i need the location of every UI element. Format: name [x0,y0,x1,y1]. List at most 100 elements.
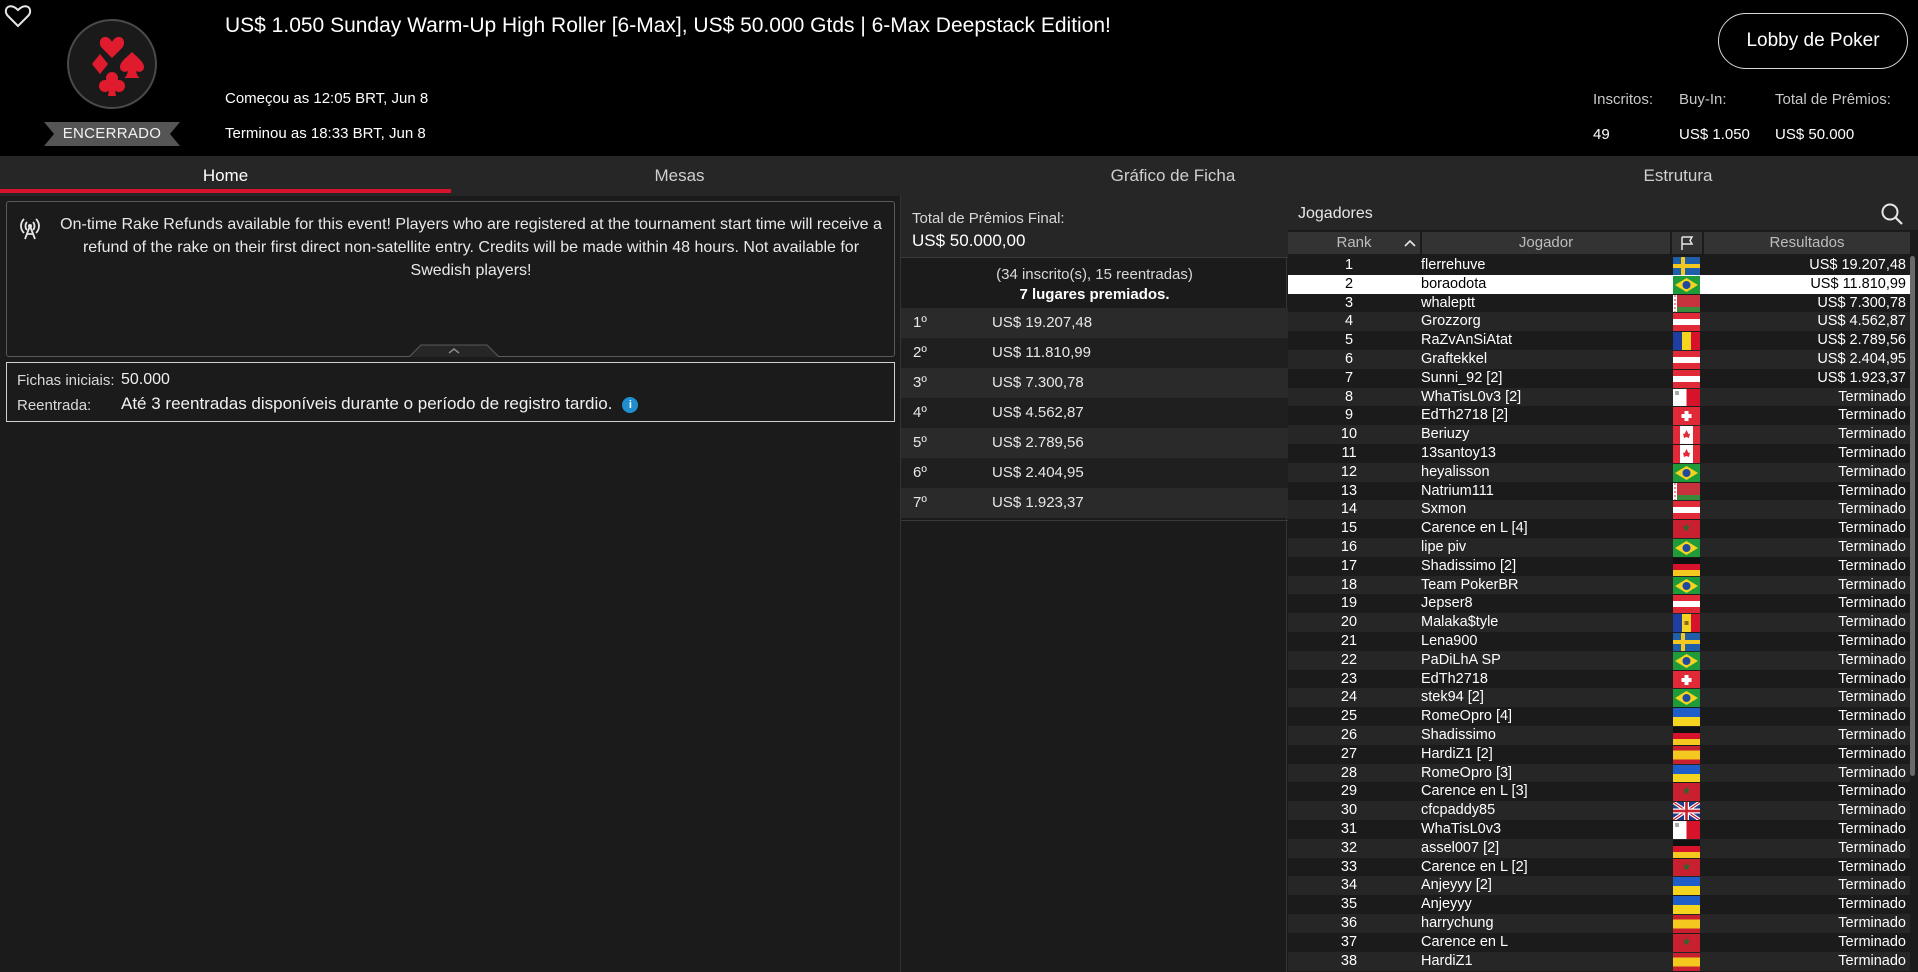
player-row[interactable]: 25 RomeOpro [4] Terminado [1288,707,1910,727]
players-title: Jogadores [1298,205,1373,222]
player-row[interactable]: 10 Beriuzy Terminado [1288,425,1910,445]
player-row[interactable]: 5 RaZvAnSiAtat US$ 2.789,56 [1288,331,1910,351]
country-flag-icon [1673,651,1700,670]
player-row[interactable]: 30 cfcpaddy85 Terminado [1288,801,1910,821]
player-result: Terminado [1838,539,1906,555]
player-row[interactable]: 2 boraodota US$ 11.810,99 [1288,274,1910,294]
players-scrollbar[interactable] [1910,256,1915,776]
player-row[interactable]: 12 heyalisson Terminado [1288,462,1910,482]
player-row[interactable]: 21 Lena900 Terminado [1288,632,1910,651]
notice-text: On-time Rake Refunds available for this … [60,216,882,279]
player-row[interactable]: 24 stek94 [2] Terminado [1288,688,1910,708]
player-result: Terminado [1838,933,1906,950]
tournament-header: ENCERRADO US$ 1.050 Sunday Warm-Up High … [0,0,1918,156]
player-row[interactable]: 17 Shadissimo [2] Terminado [1288,556,1910,576]
player-row[interactable]: 1 flerrehuve US$ 19.207,48 [1288,256,1910,275]
player-row[interactable]: 34 Anjeyyy [2] Terminado [1288,876,1910,896]
player-row[interactable]: 26 Shadissimo Terminado [1288,726,1910,745]
player-rank: 24 [1340,689,1358,706]
player-row[interactable]: 8 WhaTisL0v3 [2] Terminado [1288,387,1910,407]
player-row[interactable]: 6 Graftekkel US$ 2.404,95 [1288,350,1910,369]
rank-column-header[interactable]: Rank [1288,232,1420,254]
player-row[interactable]: 32 assel007 [2] Terminado [1288,838,1910,858]
tab-grafico-de-ficha[interactable]: Gráfico de Ficha [908,156,1438,196]
prize-amount: US$ 2.789,56 [992,434,1084,451]
player-name: harrychung [1421,915,1494,931]
prize-place: 4º [913,404,927,421]
search-icon[interactable] [1880,202,1904,226]
player-row[interactable]: 15 Carence en L [4] Terminado [1288,519,1910,539]
player-name: HardiZ1 [2] [1421,745,1493,762]
player-column-header[interactable]: Jogador [1422,232,1670,254]
player-row[interactable]: 4 Grozzorg US$ 4.562,87 [1288,312,1910,332]
tab-mesas[interactable]: Mesas [451,156,908,196]
player-row[interactable]: 9 EdTh2718 [2] Terminado [1288,406,1910,426]
player-row[interactable]: 19 Jepser8 Terminado [1288,594,1910,614]
player-row[interactable]: 37 Carence en L Terminado [1288,932,1910,952]
country-flag-icon [1673,445,1700,463]
info-icon[interactable]: i [622,397,639,413]
prize-row: 7º US$ 1.923,37 [901,488,1288,518]
player-row[interactable]: 14 Sxmon Terminado [1288,500,1910,520]
rake-refund-notice: On-time Rake Refunds available for this … [6,201,895,358]
prize-row: 1º US$ 19.207,48 [901,308,1288,338]
player-row[interactable]: 29 Carence en L [3] Terminado [1288,782,1910,802]
player-result: Terminado [1838,482,1906,499]
player-name: Anjeyyy [1421,896,1472,913]
player-row[interactable]: 27 HardiZ1 [2] Terminado [1288,744,1910,764]
player-row[interactable]: 23 EdTh2718 Terminado [1288,669,1910,689]
player-rank: 30 [1340,802,1358,819]
player-result: Terminado [1838,858,1906,875]
player-row[interactable]: 28 RomeOpro [3] Terminado [1288,763,1910,783]
country-flag-icon [1673,708,1700,727]
player-row[interactable]: 13 Natrium111 Terminado [1288,481,1910,501]
player-row[interactable]: 20 Malaka$tyle Terminado [1288,613,1910,633]
player-rank: 6 [1344,351,1354,367]
player-result: Terminado [1838,463,1906,480]
player-name: boraodota [1421,275,1487,292]
country-flag-icon [1673,933,1700,952]
flag-column-header[interactable] [1672,232,1702,254]
player-name: Lena900 [1421,633,1478,649]
lobby-button[interactable]: Lobby de Poker [1718,13,1908,69]
player-rank: 9 [1344,407,1354,424]
player-row[interactable]: 16 lipe piv Terminado [1288,538,1910,557]
player-result: Terminado [1838,915,1906,931]
collapse-notice-toggle[interactable] [409,342,499,358]
player-row[interactable]: 7 Sunni_92 [2] US$ 1.923,37 [1288,368,1910,388]
player-row[interactable]: 35 Anjeyyy Terminado [1288,895,1910,915]
player-row[interactable]: 11 13santoy13 Terminado [1288,444,1910,463]
player-rank: 8 [1344,388,1354,405]
player-name: WhaTisL0v3 [1421,821,1502,837]
prize-row: 4º US$ 4.562,87 [901,398,1288,428]
result-column-header[interactable]: Resultados [1704,232,1910,254]
player-name: Sunni_92 [2] [1421,369,1503,386]
prize-amount: US$ 19.207,48 [992,314,1093,331]
player-name: lipe piv [1421,539,1467,555]
player-name: Carence en L [2] [1421,858,1528,875]
heart-outline-icon[interactable] [4,2,32,30]
player-name: heyalisson [1421,463,1490,480]
player-row[interactable]: 38 HardiZ1 Terminado [1288,951,1910,971]
player-row[interactable]: 3 whaleptt US$ 7.300,78 [1288,293,1910,313]
player-name: Carence en L [4] [1421,520,1528,537]
tab-estrutura[interactable]: Estrutura [1438,156,1918,196]
player-row[interactable]: 22 PaDiLhA SP Terminado [1288,650,1910,670]
country-flag-icon [1673,557,1700,576]
player-result: Terminado [1838,388,1906,405]
buyin-label: Buy-In: [1679,91,1727,108]
player-row[interactable]: 31 WhaTisL0v3 Terminado [1288,820,1910,839]
player-name: whaleptt [1421,294,1476,311]
player-row[interactable]: 36 harrychung Terminado [1288,914,1910,933]
player-rank: 35 [1340,896,1358,913]
player-name: Natrium111 [1421,482,1494,499]
country-flag-icon [1673,407,1700,426]
country-flag-icon [1673,501,1700,520]
player-name: flerrehuve [1421,257,1486,273]
country-flag-icon [1673,821,1700,839]
player-row[interactable]: 33 Carence en L [2] Terminado [1288,857,1910,877]
player-result: Terminado [1838,501,1906,518]
player-name: PaDiLhA SP [1421,651,1501,668]
country-flag-icon [1673,520,1700,539]
player-row[interactable]: 18 Team PokerBR Terminado [1288,575,1910,595]
